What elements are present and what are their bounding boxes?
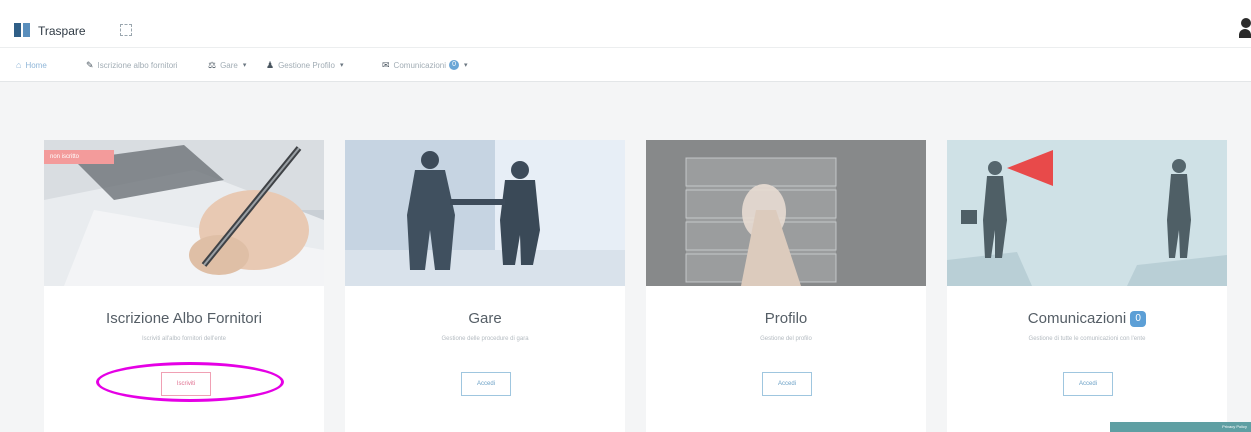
nav-gare-label: Gare — [220, 60, 238, 70]
nav-gare[interactable]: ⚖ Gare ▾ — [208, 58, 246, 72]
touchscreen-illustration — [646, 140, 926, 286]
nav-iscrizione[interactable]: ✎ Iscrizione albo fornitori — [86, 58, 178, 72]
card-profilo-image — [646, 140, 926, 286]
privacy-label[interactable]: Privacy Policy — [1222, 424, 1247, 429]
card-gare: Gare Gestione delle procedure di gara Ac… — [345, 140, 625, 432]
profilo-accedi-button[interactable]: Accedi — [762, 372, 812, 396]
card-comunicazioni: Comunicazioni 0 Gestione di tutte le comu… — [947, 140, 1227, 432]
nav-comunicazioni-badge: 0 — [449, 60, 460, 70]
card-comunicazioni-title-text: Comunicazioni — [1027, 310, 1127, 327]
nav-home[interactable]: ⌂ Home — [16, 58, 47, 72]
handshake-illustration — [345, 140, 625, 286]
card-iscrizione-image: non iscritto — [44, 140, 324, 286]
nav-profilo-label: Gestione Profilo — [278, 60, 335, 70]
nav-comunicazioni-label: Comunicazioni — [393, 60, 447, 70]
user-avatar-icon[interactable] — [1239, 18, 1251, 40]
card-profilo-title: Profilo — [764, 310, 808, 327]
chevron-down-icon: ▾ — [340, 62, 344, 69]
chevron-down-icon: ▾ — [464, 62, 468, 69]
nav-iscrizione-label: Iscrizione albo fornitori — [97, 60, 178, 70]
fullscreen-icon[interactable] — [120, 24, 132, 36]
card-gare-subtitle: Gestione delle procedure di gara — [441, 336, 529, 342]
app-title[interactable]: Traspare — [38, 24, 86, 38]
privacy-bar[interactable]: Privacy Policy — [1110, 422, 1251, 432]
card-iscrizione-title: Iscrizione Albo Fornitori — [106, 310, 262, 327]
status-ribbon: non iscritto — [44, 150, 114, 164]
card-profilo: Profilo Gestione del profilo Accedi — [646, 140, 926, 432]
home-icon: ⌂ — [16, 60, 22, 70]
card-gare-image — [345, 140, 625, 286]
card-gare-title: Gare — [468, 310, 502, 327]
nav-profilo[interactable]: ♟ Gestione Profilo ▾ — [266, 58, 344, 72]
gavel-icon: ⚖ — [208, 59, 217, 70]
highlight-ellipse — [96, 362, 284, 402]
nav-comunicazioni[interactable]: ✉ Comunicazioni 0 ▾ — [382, 58, 468, 72]
card-comunicazioni-image — [947, 140, 1227, 286]
pencil-icon: ✎ — [86, 59, 94, 70]
main-nav: ⌂ Home ✎ Iscrizione albo fornitori ⚖ Gar… — [0, 48, 1251, 82]
user-icon: ♟ — [266, 59, 275, 70]
comunicazioni-accedi-button[interactable]: Accedi — [1063, 372, 1113, 396]
card-profilo-subtitle: Gestione del profilo — [760, 336, 812, 342]
logo-icon[interactable] — [14, 23, 30, 37]
comunicazioni-count-badge: 0 — [1130, 311, 1147, 328]
top-bar: Traspare — [0, 0, 1251, 48]
card-iscrizione-subtitle: Iscriviti all'albo fornitori dell'ente — [142, 336, 226, 342]
megaphone-illustration — [947, 140, 1227, 286]
nav-home-label: Home — [25, 60, 47, 70]
card-comunicazioni-subtitle: Gestione di tutte le comunicazioni con l… — [1028, 336, 1146, 342]
comments-icon: ✉ — [382, 59, 390, 70]
gare-accedi-button[interactable]: Accedi — [461, 372, 511, 396]
card-comunicazioni-title: Comunicazioni 0 — [947, 310, 1227, 328]
chevron-down-icon: ▾ — [242, 62, 247, 69]
